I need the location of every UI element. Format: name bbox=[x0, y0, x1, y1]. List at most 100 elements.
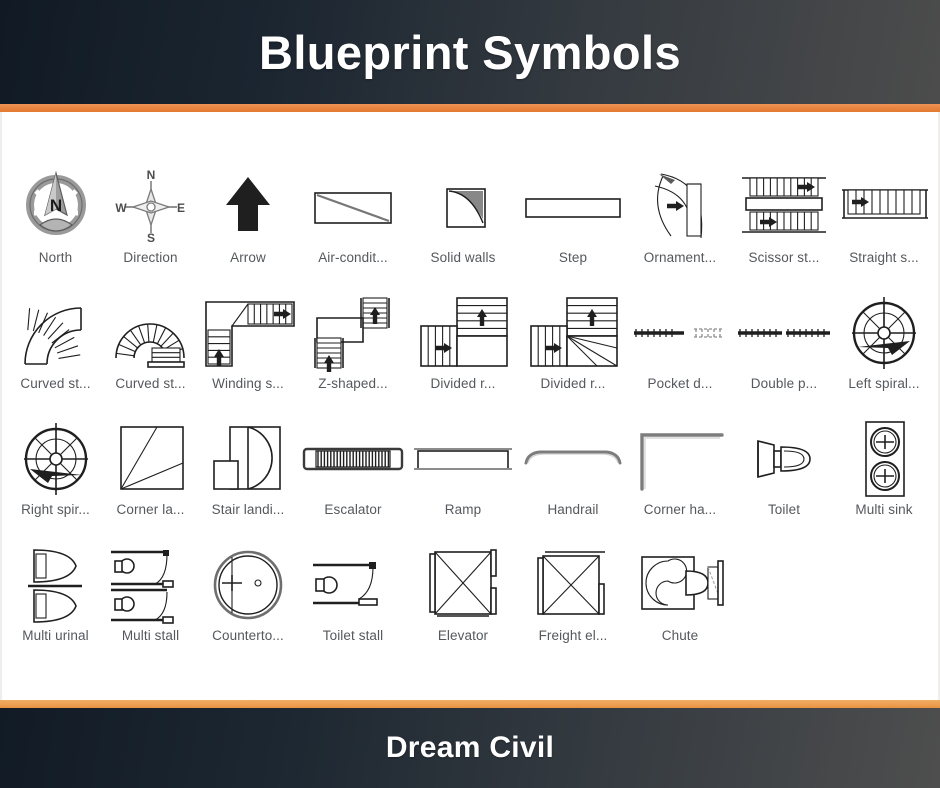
symbol-cell-corner-handrail[interactable]: Corner ha... bbox=[628, 400, 732, 517]
symbols-grid: N North N S E W Direction Arrow Air-condit… bbox=[8, 148, 932, 643]
symbol-label: Solid walls bbox=[430, 250, 496, 265]
symbol-label: Divided r... bbox=[430, 376, 496, 391]
compass-direction-icon: N S E W bbox=[103, 166, 198, 248]
symbol-cell-toilet[interactable]: Toilet bbox=[732, 400, 836, 517]
symbol-cell-multi-sink[interactable]: Multi sink bbox=[836, 400, 932, 517]
symbol-label: Left spiral... bbox=[848, 376, 920, 391]
corner-landing-icon bbox=[103, 418, 198, 500]
symbol-label: Toilet stall bbox=[322, 628, 384, 643]
curved-stair-horseshoe-icon bbox=[103, 292, 198, 374]
ornamental-stair-icon bbox=[628, 166, 732, 248]
symbol-cell-pocket-door[interactable]: Pocket d... bbox=[628, 274, 732, 391]
symbol-label: Divided r... bbox=[540, 376, 606, 391]
symbol-cell-double-pocket-door[interactable]: Double p... bbox=[732, 274, 836, 391]
symbol-label: Step bbox=[558, 250, 588, 265]
symbol-cell-curved-stair-horseshoe[interactable]: Curved st... bbox=[103, 274, 198, 391]
symbol-label: Toilet bbox=[767, 502, 801, 517]
svg-text:E: E bbox=[176, 201, 184, 215]
toilet-stall-icon bbox=[298, 544, 408, 626]
solid-walls-icon bbox=[408, 166, 518, 248]
svg-text:S: S bbox=[146, 231, 154, 245]
header-banner: Blueprint Symbols bbox=[0, 0, 940, 104]
solid-up-arrow-icon bbox=[198, 166, 298, 248]
symbol-cell-air-conditioner[interactable]: Air-condit... bbox=[298, 148, 408, 265]
symbol-label: Stair landi... bbox=[211, 502, 285, 517]
symbol-cell-left-spiral-stair[interactable]: Left spiral... bbox=[836, 274, 932, 391]
symbol-cell-ornamental-stair[interactable]: Ornament... bbox=[628, 148, 732, 265]
double-pocket-door-icon bbox=[732, 292, 836, 374]
symbol-label: Straight s... bbox=[849, 250, 919, 265]
stair-landing-icon bbox=[198, 418, 298, 500]
symbol-label: Right spir... bbox=[21, 502, 90, 517]
symbol-cell-solid-up-arrow[interactable]: Arrow bbox=[198, 148, 298, 265]
symbol-label: Arrow bbox=[230, 250, 266, 265]
symbol-cell-step[interactable]: Step bbox=[518, 148, 628, 265]
multi-sink-icon bbox=[836, 418, 932, 500]
symbol-cell-corner-landing[interactable]: Corner la... bbox=[103, 400, 198, 517]
symbol-cell-freight-elevator[interactable]: Freight el... bbox=[518, 526, 628, 643]
multi-stall-icon bbox=[103, 544, 198, 626]
corner-handrail-icon bbox=[628, 418, 732, 500]
symbol-cell-divided-return-stair-winder[interactable]: Divided r... bbox=[518, 274, 628, 391]
symbol-label: Z-shaped... bbox=[318, 376, 388, 391]
symbol-cell-compass-rose-north[interactable]: N North bbox=[8, 148, 103, 265]
symbol-label: Freight el... bbox=[538, 628, 608, 643]
symbol-cell-straight-stair[interactable]: Straight s... bbox=[836, 148, 932, 265]
elevator-icon bbox=[408, 544, 518, 626]
header-accent-bar bbox=[0, 104, 940, 112]
footer-banner: Dream Civil bbox=[0, 708, 940, 788]
page-title: Blueprint Symbols bbox=[258, 25, 682, 79]
symbol-cell-solid-walls[interactable]: Solid walls bbox=[408, 148, 518, 265]
z-shaped-stair-icon bbox=[298, 292, 408, 374]
symbol-cell-compass-direction[interactable]: N S E W Direction bbox=[103, 148, 198, 265]
winding-stair-icon bbox=[198, 292, 298, 374]
svg-text:N: N bbox=[146, 168, 155, 182]
symbol-label: Elevator bbox=[437, 628, 489, 643]
symbol-label: Handrail bbox=[547, 502, 599, 517]
symbols-content-card: N North N S E W Direction Arrow Air-condit… bbox=[0, 112, 940, 700]
symbol-label: Multi stall bbox=[121, 628, 180, 643]
symbol-cell-curved-stair-quarter[interactable]: Curved st... bbox=[8, 274, 103, 391]
symbol-label: Ramp bbox=[444, 502, 482, 517]
compass-rose-north-icon: N bbox=[8, 166, 103, 248]
symbol-label: Scissor st... bbox=[748, 250, 820, 265]
ramp-icon bbox=[408, 418, 518, 500]
brand-name: Dream Civil bbox=[385, 731, 555, 764]
chute-icon bbox=[628, 544, 732, 626]
symbol-label: Winding s... bbox=[212, 376, 284, 391]
countertop-sink-icon bbox=[198, 544, 298, 626]
symbol-label: Curved st... bbox=[115, 376, 186, 391]
pocket-door-icon bbox=[628, 292, 732, 374]
symbol-label: Corner la... bbox=[116, 502, 185, 517]
straight-stair-icon bbox=[836, 166, 932, 248]
symbol-label: Pocket d... bbox=[647, 376, 713, 391]
right-spiral-stair-icon bbox=[8, 418, 103, 500]
symbol-label: Escalator bbox=[324, 502, 382, 517]
svg-text:W: W bbox=[115, 201, 127, 215]
symbol-label: Direction bbox=[123, 250, 178, 265]
symbol-cell-ramp[interactable]: Ramp bbox=[408, 400, 518, 517]
symbol-cell-escalator[interactable]: Escalator bbox=[298, 400, 408, 517]
symbol-cell-elevator[interactable]: Elevator bbox=[408, 526, 518, 643]
step-icon bbox=[518, 166, 628, 248]
multi-urinal-icon bbox=[8, 544, 103, 626]
symbol-cell-winding-stair[interactable]: Winding s... bbox=[198, 274, 298, 391]
symbol-cell-chute[interactable]: Chute bbox=[628, 526, 732, 643]
symbol-cell-right-spiral-stair[interactable]: Right spir... bbox=[8, 400, 103, 517]
svg-text:N: N bbox=[49, 196, 61, 215]
symbol-cell-z-shaped-stair[interactable]: Z-shaped... bbox=[298, 274, 408, 391]
symbol-cell-multi-stall[interactable]: Multi stall bbox=[103, 526, 198, 643]
symbol-cell-handrail[interactable]: Handrail bbox=[518, 400, 628, 517]
symbol-cell-scissor-stair[interactable]: Scissor st... bbox=[732, 148, 836, 265]
symbol-cell-toilet-stall[interactable]: Toilet stall bbox=[298, 526, 408, 643]
left-spiral-stair-icon bbox=[836, 292, 932, 374]
symbol-label: Counterto... bbox=[212, 628, 284, 643]
handrail-icon bbox=[518, 418, 628, 500]
symbol-label: Double p... bbox=[750, 376, 818, 391]
symbol-cell-stair-landing[interactable]: Stair landi... bbox=[198, 400, 298, 517]
symbol-label: Curved st... bbox=[20, 376, 91, 391]
toilet-icon bbox=[732, 418, 836, 500]
symbol-cell-divided-return-stair[interactable]: Divided r... bbox=[408, 274, 518, 391]
symbol-cell-countertop-sink[interactable]: Counterto... bbox=[198, 526, 298, 643]
symbol-cell-multi-urinal[interactable]: Multi urinal bbox=[8, 526, 103, 643]
